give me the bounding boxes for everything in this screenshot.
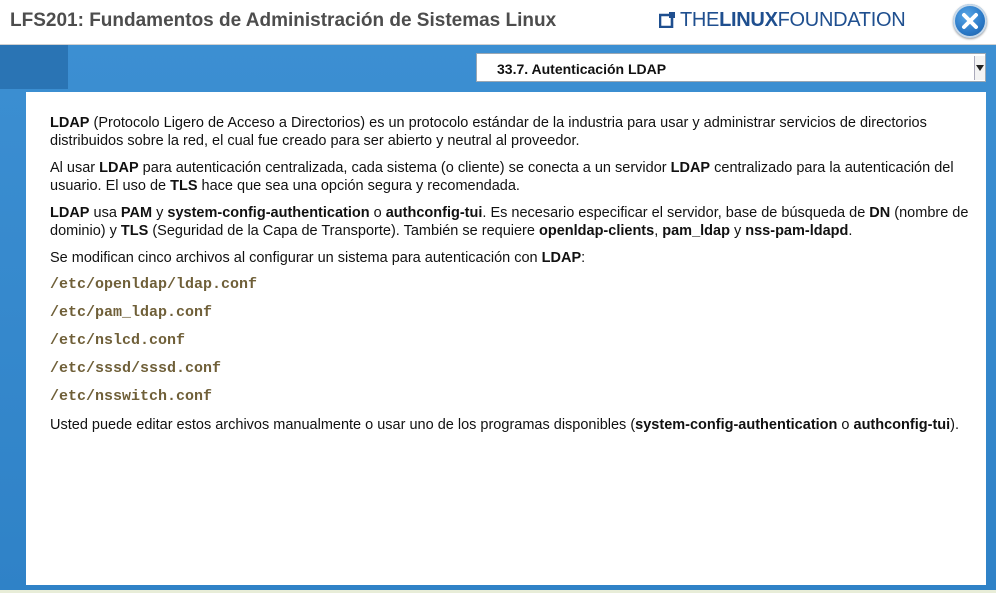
- text-run: para autenticación centralizada, cada si…: [138, 160, 671, 176]
- paragraph-edit-files: Usted puede editar estos archivos manual…: [50, 416, 972, 434]
- text-run: y: [152, 205, 168, 221]
- header-bar: LFS201: Fundamentos de Administración de…: [0, 0, 996, 45]
- chevron-down-icon: [976, 65, 984, 71]
- bold-term: PAM: [120, 205, 153, 221]
- text-run: . Es necesario especificar el servidor, …: [482, 205, 870, 221]
- text-run: usa: [89, 205, 121, 221]
- linux-foundation-logo-icon: [658, 12, 675, 29]
- linux-foundation-logo: THE LINUX FOUNDATION: [658, 8, 906, 32]
- lesson-content: LDAP (Protocolo Ligero de Acceso a Direc…: [26, 92, 986, 585]
- bold-term: DN: [869, 205, 891, 221]
- file-path-openldap: /etc/openldap/ldap.conf: [50, 276, 258, 293]
- text-run: (Protocolo Ligero de Acceso a Directorio…: [50, 115, 927, 149]
- section-select-value: 33.7. Autenticación LDAP: [497, 61, 667, 77]
- text-run: :: [581, 250, 586, 266]
- text-run: (Seguridad de la Capa de Transporte). Ta…: [148, 223, 539, 239]
- bold-term: LDAP: [99, 160, 139, 176]
- paragraph-centralized-auth: Al usar LDAP para autenticación centrali…: [50, 159, 972, 195]
- close-button[interactable]: [953, 4, 987, 38]
- paragraph-ldap-definition: LDAP (Protocolo Ligero de Acceso a Direc…: [50, 114, 972, 150]
- section-select-arrow[interactable]: [974, 56, 985, 80]
- bold-term: LDAP: [50, 115, 90, 131]
- text-run: y: [729, 223, 746, 239]
- bold-term: TLS: [170, 178, 198, 194]
- paragraph-modified-files: Se modifican cinco archivos al configura…: [50, 249, 972, 267]
- file-path-sssd: /etc/sssd/sssd.conf: [50, 360, 222, 377]
- text-run: .: [848, 223, 853, 239]
- text-run: ).: [950, 417, 960, 433]
- bold-term: system-config-authentication: [167, 205, 370, 221]
- bold-term: TLS: [120, 223, 149, 239]
- bold-term: nss-pam-ldapd: [745, 223, 849, 239]
- text-run: Se modifican cinco archivos al configura…: [50, 250, 542, 266]
- bold-term: authconfig-tui: [853, 417, 951, 433]
- bold-term: LDAP: [50, 205, 90, 221]
- brand-linux-text: LINUX: [719, 8, 778, 31]
- text-run: o: [837, 417, 854, 433]
- bold-term: openldap-clients: [538, 223, 655, 239]
- paragraph-ldap-requirements: LDAP usa PAM y system-config-authenticat…: [50, 204, 972, 240]
- file-path-nsswitch: /etc/nsswitch.conf: [50, 388, 213, 405]
- bold-term: LDAP: [670, 160, 711, 176]
- section-select[interactable]: 33.7. Autenticación LDAP: [476, 53, 986, 82]
- stage-corner-panel: [0, 45, 68, 89]
- text-run: o: [369, 205, 386, 221]
- text-run: Usted puede editar estos archivos manual…: [50, 417, 636, 433]
- text-run: hace que sea una opción segura y recomen…: [197, 178, 520, 194]
- bold-term: authconfig-tui: [385, 205, 483, 221]
- bold-term: LDAP: [541, 250, 582, 266]
- file-path-nslcd: /etc/nslcd.conf: [50, 332, 186, 349]
- bold-term: pam_ldap: [662, 223, 730, 239]
- file-path-pam-ldap: /etc/pam_ldap.conf: [50, 304, 213, 321]
- course-title: LFS201: Fundamentos de Administración de…: [10, 10, 557, 31]
- lesson-stage: 33.7. Autenticación LDAP LDAP (Protocolo…: [0, 45, 996, 593]
- brand-foundation-text: FOUNDATION: [777, 8, 906, 31]
- close-icon: [962, 13, 978, 29]
- brand-the-text: THE: [680, 8, 720, 31]
- text-run: Al usar: [50, 160, 100, 176]
- bold-term: system-config-authentication: [635, 417, 838, 433]
